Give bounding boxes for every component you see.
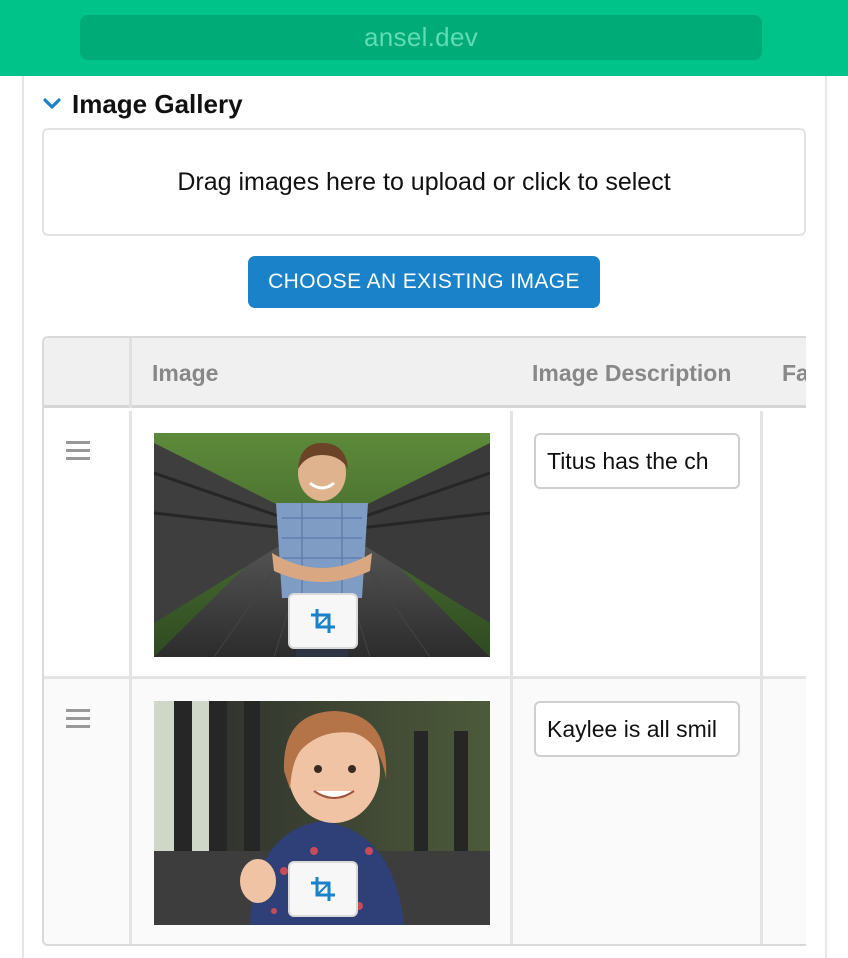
dropzone-text: Drag images here to upload or click to s… — [177, 167, 671, 196]
section-header[interactable]: Image Gallery — [42, 86, 243, 122]
table-header: Image Image Description Fa — [44, 338, 806, 408]
column-divider — [510, 411, 513, 676]
table-row — [44, 411, 806, 676]
gallery-image[interactable] — [154, 701, 490, 925]
image-description-input[interactable] — [534, 701, 740, 757]
crop-icon — [311, 609, 335, 633]
crop-icon — [311, 877, 335, 901]
table-row — [44, 679, 806, 944]
gallery-table: Image Image Description Fa — [42, 336, 806, 946]
crop-button[interactable] — [288, 861, 358, 917]
column-divider — [760, 411, 763, 676]
column-header-image-description[interactable]: Image Description — [532, 338, 731, 408]
column-divider — [129, 679, 132, 944]
column-divider — [129, 411, 132, 676]
gallery-image[interactable] — [154, 433, 490, 657]
column-header-image[interactable]: Image — [152, 338, 218, 408]
section-title: Image Gallery — [72, 88, 243, 119]
drag-handle-icon[interactable] — [66, 441, 92, 463]
column-header-fa[interactable]: Fa — [782, 338, 806, 408]
handle-column-header — [44, 338, 132, 408]
browser-topbar: ansel.dev — [0, 0, 848, 76]
column-divider — [760, 679, 763, 944]
image-description-input[interactable] — [534, 433, 740, 489]
upload-dropzone[interactable]: Drag images here to upload or click to s… — [42, 128, 806, 236]
chevron-down-icon[interactable] — [42, 94, 62, 114]
drag-handle-icon[interactable] — [66, 709, 92, 731]
url-bar[interactable]: ansel.dev — [80, 15, 762, 60]
choose-existing-image-button[interactable]: CHOOSE AN EXISTING IMAGE — [248, 256, 600, 308]
column-divider — [510, 679, 513, 944]
crop-button[interactable] — [288, 593, 358, 649]
